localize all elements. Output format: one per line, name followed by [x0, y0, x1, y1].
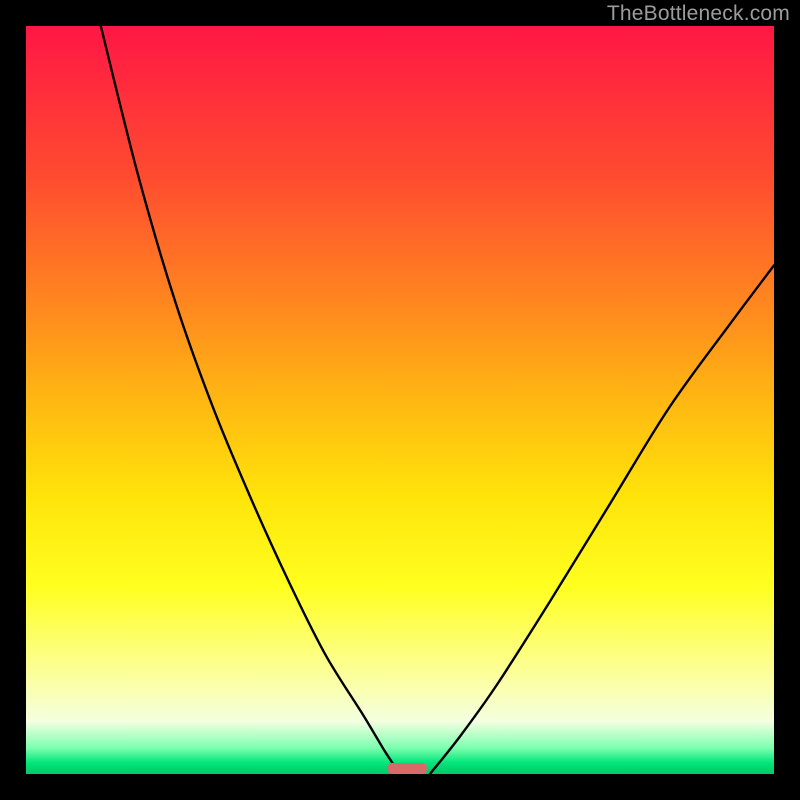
bottom-dash-marker: [387, 763, 427, 774]
right-curve-path: [430, 265, 774, 774]
chart-frame: TheBottleneck.com: [0, 0, 800, 800]
curve-layer: [26, 26, 774, 774]
attribution-text: TheBottleneck.com: [607, 2, 790, 26]
plot-area: [26, 26, 774, 774]
left-curve-path: [101, 26, 400, 774]
